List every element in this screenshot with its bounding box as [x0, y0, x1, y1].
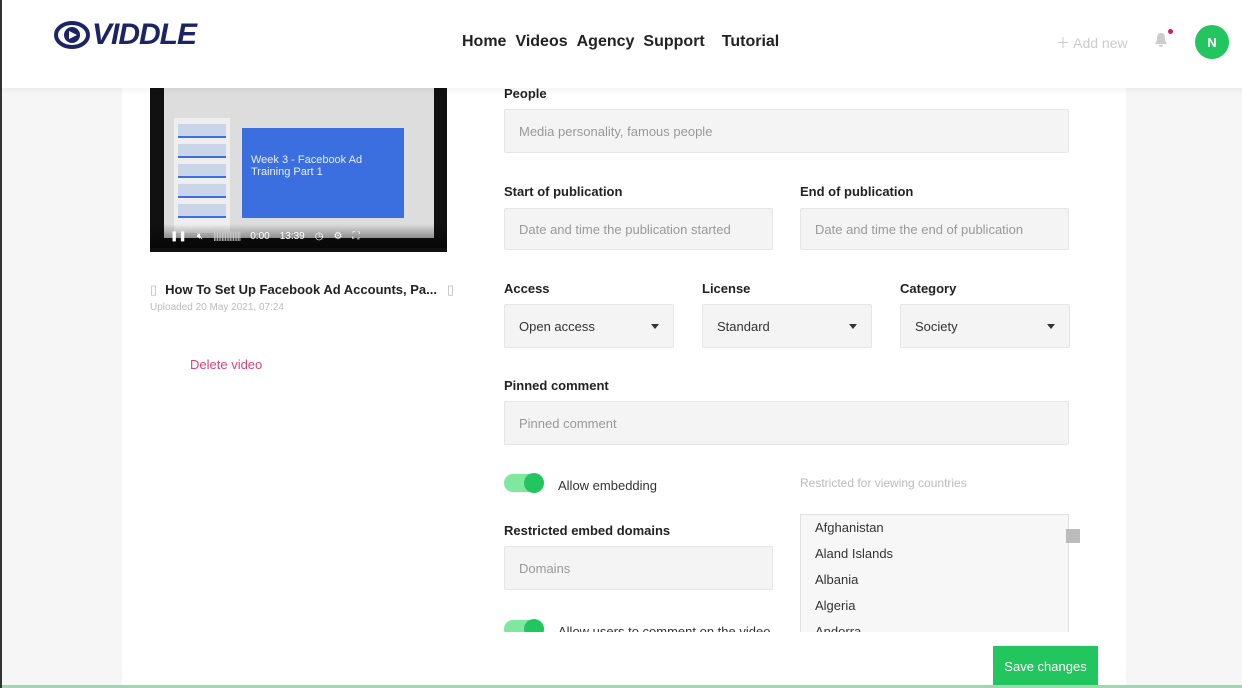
nav-videos[interactable]: Videos: [515, 33, 567, 51]
pinned-comment-input[interactable]: Pinned comment: [504, 401, 1069, 445]
plus-icon: ＋: [1056, 35, 1074, 51]
allow-embedding-label: Allow embedding: [558, 478, 658, 493]
brand-name: VIDDLE: [92, 18, 197, 51]
pause-icon[interactable]: ❚❚: [170, 231, 187, 242]
main-nav: Home Videos Agency Support Tutorial: [462, 33, 788, 51]
allow-embedding-toggle[interactable]: [504, 473, 544, 493]
nav-support[interactable]: Support: [643, 33, 704, 51]
category-value: Society: [915, 318, 958, 334]
caret-down-icon: [849, 324, 857, 329]
fullscreen-icon[interactable]: ⛶: [352, 231, 359, 242]
notification-dot: [1168, 29, 1173, 34]
country-option[interactable]: Albania: [801, 567, 1068, 593]
people-label: People: [504, 88, 547, 101]
viddle-logo[interactable]: VIDDLE: [54, 18, 197, 52]
nav-tutorial[interactable]: Tutorial: [722, 33, 779, 51]
video-player[interactable]: Week 3 - Facebook Ad Training Part 1 ❚❚ …: [150, 88, 447, 252]
caret-down-icon: [1047, 324, 1055, 329]
prev-icon[interactable]: ▯: [150, 282, 157, 297]
add-new-label: Add new: [1073, 35, 1128, 51]
current-time: 0:00: [250, 230, 270, 242]
people-input[interactable]: Media personality, famous people: [504, 109, 1069, 153]
start-publication-label: Start of publication: [504, 184, 623, 199]
play-eye-icon: [54, 21, 90, 49]
video-title-text: How To Set Up Facebook Ad Accounts, Pa..…: [165, 282, 437, 297]
slide-preview: Week 3 - Facebook Ad Training Part 1: [242, 128, 404, 218]
restricted-countries-label: Restricted for viewing countries: [800, 476, 967, 490]
pinned-comment-label: Pinned comment: [504, 378, 609, 393]
access-select[interactable]: Open access: [504, 304, 674, 348]
avatar[interactable]: N: [1195, 25, 1229, 59]
allow-comments-toggle[interactable]: [504, 619, 544, 632]
settings-gear-icon[interactable]: ⚙: [333, 231, 342, 242]
speed-icon[interactable]: ◷: [315, 231, 324, 242]
video-frame: Week 3 - Facebook Ad Training Part 1: [164, 88, 434, 238]
access-value: Open access: [519, 318, 595, 334]
country-option[interactable]: Andorra: [801, 619, 1068, 632]
next-icon[interactable]: ▯: [447, 282, 454, 297]
allow-comments-label: Allow users to comment on the video: [558, 624, 771, 632]
license-select[interactable]: Standard: [702, 304, 872, 348]
country-option[interactable]: Aland Islands: [801, 541, 1068, 567]
country-option[interactable]: Afghanistan: [801, 515, 1068, 541]
end-publication-input[interactable]: Date and time the end of publication: [800, 208, 1069, 250]
caret-down-icon: [651, 324, 659, 329]
license-value: Standard: [717, 318, 770, 334]
category-label: Category: [900, 281, 957, 296]
scrollbar-thumb[interactable]: [1066, 529, 1080, 543]
video-settings-form: People Media personality, famous people …: [504, 88, 1084, 632]
delete-video-link[interactable]: Delete video: [190, 357, 262, 372]
access-label: Access: [504, 281, 550, 296]
nav-agency[interactable]: Agency: [577, 33, 635, 51]
slide-thumbnails: [174, 118, 230, 233]
end-publication-label: End of publication: [800, 184, 914, 199]
add-new-button[interactable]: ＋ Add new: [1056, 33, 1128, 53]
nav-home[interactable]: Home: [462, 33, 506, 51]
license-label: License: [702, 281, 751, 296]
player-controls: ❚❚ 🔇︎ ||||||||||||||||| 0:00 13:39 ◷ ⚙ ⛶: [150, 224, 447, 248]
top-header: VIDDLE Home Videos Agency Support Tutori…: [2, 0, 1242, 88]
countries-listbox[interactable]: Afghanistan Aland Islands Albania Algeri…: [800, 514, 1080, 632]
start-publication-input[interactable]: Date and time the publication started: [504, 208, 773, 250]
notification-bell-icon[interactable]: [1154, 29, 1173, 53]
listbox-scrollbar[interactable]: [1052, 519, 1080, 545]
volume-slider[interactable]: |||||||||||||||||: [213, 231, 241, 242]
category-select[interactable]: Society: [900, 304, 1070, 348]
save-changes-button[interactable]: Save changes: [993, 646, 1098, 686]
restricted-domains-label: Restricted embed domains: [504, 523, 671, 538]
upload-date: Uploaded 20 May 2021, 07:24: [150, 302, 284, 313]
mute-icon[interactable]: 🔇︎: [197, 231, 203, 242]
domains-input[interactable]: Domains: [504, 546, 773, 590]
video-edit-card: Week 3 - Facebook Ad Training Part 1 ❚❚ …: [122, 88, 1126, 688]
duration: 13:39: [279, 230, 305, 242]
video-title: ▯ How To Set Up Facebook Ad Accounts, Pa.…: [150, 282, 454, 298]
country-option[interactable]: Algeria: [801, 593, 1068, 619]
